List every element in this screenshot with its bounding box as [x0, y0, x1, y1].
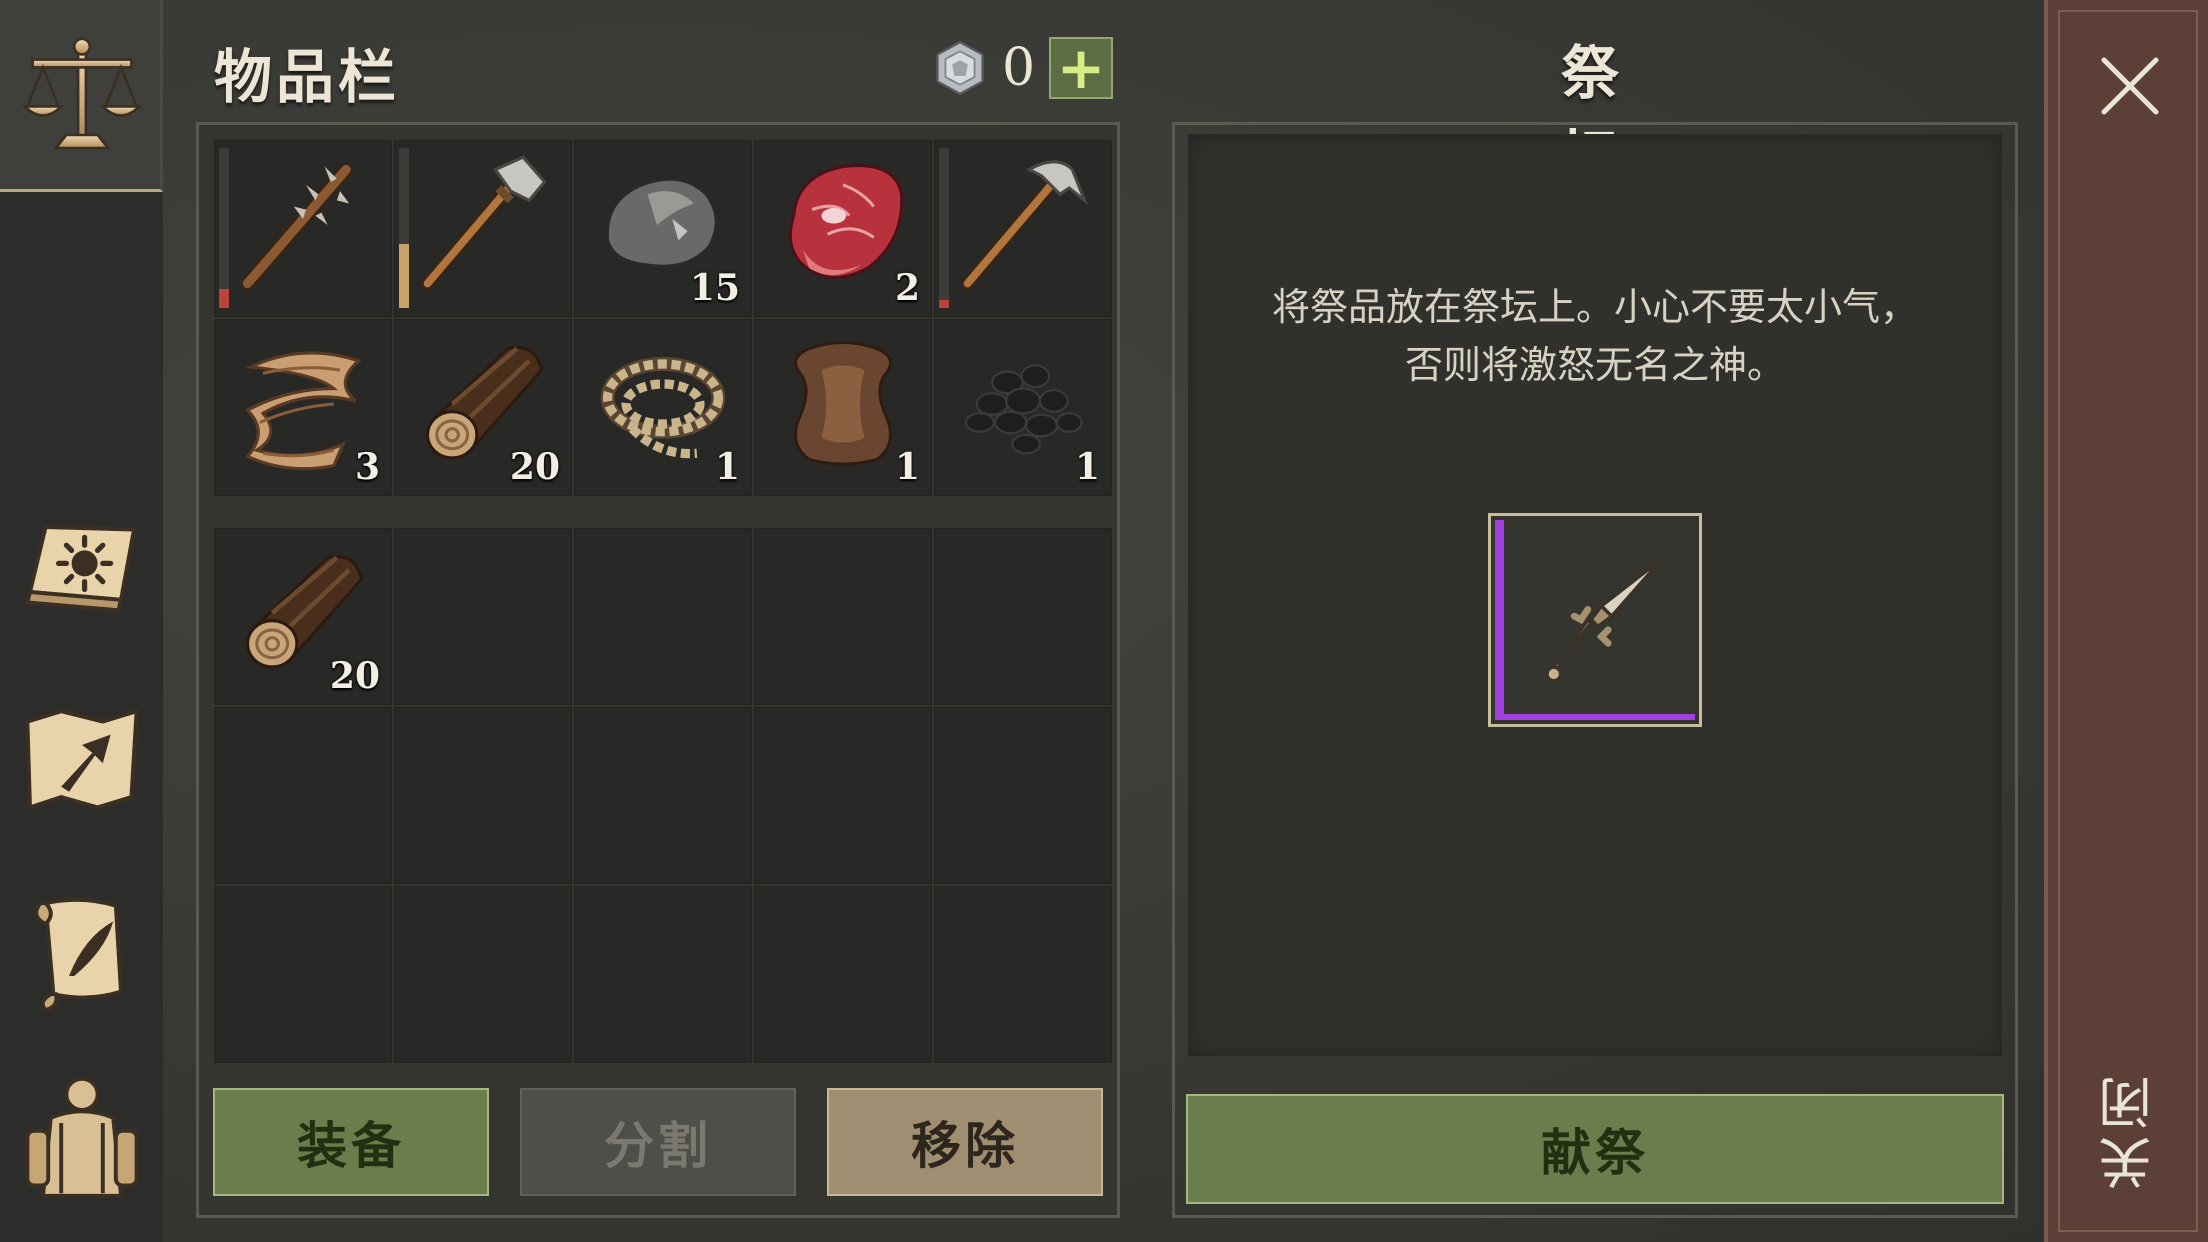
inventory-slot[interactable]: 20: [394, 319, 572, 496]
inventory-slot[interactable]: 2: [754, 140, 932, 317]
inventory-slot-empty[interactable]: [214, 886, 392, 1063]
altar-description-line: 否则将激怒无名之神。: [1404, 343, 1785, 387]
inventory-slot[interactable]: [394, 140, 572, 317]
currency-value: 0: [1002, 38, 1036, 98]
item-count: 20: [329, 655, 380, 697]
spiked-club-icon: [240, 162, 354, 291]
altar-description-line: 将祭品放在祭坛上。小心不要太小气，: [1271, 285, 1918, 329]
inventory-slot[interactable]: [214, 140, 392, 317]
inventory-slot-empty[interactable]: [214, 707, 392, 884]
rarity-indicator: [1495, 520, 1504, 720]
equip-button[interactable]: 装备: [213, 1088, 489, 1196]
close-label[interactable]: 关闭: [2090, 1060, 2170, 1200]
inventory-slot[interactable]: 20: [214, 528, 392, 705]
item-count: 15: [689, 267, 740, 309]
inventory-slot-empty[interactable]: [754, 707, 932, 884]
close-panel-border: [2058, 10, 2198, 1232]
offering-slot[interactable]: [1488, 513, 1702, 727]
inventory-slot[interactable]: 1: [934, 319, 1112, 496]
item-count: 1: [1074, 446, 1100, 488]
item-count: 2: [894, 267, 920, 309]
sacrifice-button[interactable]: 献祭: [1186, 1094, 2004, 1204]
pickaxe-icon: [961, 160, 1089, 290]
inventory-slot-empty[interactable]: [394, 528, 572, 705]
item-count: 3: [354, 446, 380, 488]
inventory-grid-storage: 20: [214, 528, 1112, 1063]
inventory-slot-empty[interactable]: [574, 528, 752, 705]
inventory-slot-empty[interactable]: [754, 528, 932, 705]
inventory-slot[interactable]: 3: [214, 319, 392, 496]
stone-hatchet-icon: [421, 155, 547, 290]
altar-description: 将祭品放在祭坛上。小心不要太小气， 否则将激怒无名之神。: [1210, 278, 1980, 394]
inventory-slot-empty[interactable]: [754, 886, 932, 1063]
inventory-grid-hotbar: 15 2 3 20 1 1 1: [214, 140, 1112, 496]
item-count: 1: [894, 446, 920, 488]
inventory-slot[interactable]: 1: [574, 319, 752, 496]
coin-icon: [936, 40, 984, 96]
currency-display: 0 +: [932, 36, 1114, 100]
item-count: 1: [714, 446, 740, 488]
scroll-quill-icon[interactable]: [14, 882, 150, 1018]
add-currency-button[interactable]: +: [1049, 37, 1114, 99]
inventory-slot-empty[interactable]: [394, 886, 572, 1063]
inventory-slot-empty[interactable]: [574, 707, 752, 884]
bone-dagger-icon: [1545, 557, 1664, 683]
scales-icon[interactable]: [14, 28, 150, 164]
remove-button[interactable]: 移除: [827, 1088, 1103, 1196]
inventory-slot[interactable]: [934, 140, 1112, 317]
inventory-slot[interactable]: 1: [754, 319, 932, 496]
inventory-slot-empty[interactable]: [934, 886, 1112, 1063]
inventory-slot-empty[interactable]: [394, 707, 572, 884]
inventory-title: 物品栏: [214, 43, 401, 111]
sun-book-icon[interactable]: [14, 498, 150, 634]
close-icon[interactable]: [2090, 46, 2170, 126]
inventory-slot-empty[interactable]: [934, 707, 1112, 884]
split-button[interactable]: 分割: [520, 1088, 796, 1196]
map-arrow-icon[interactable]: [14, 690, 150, 826]
inventory-slot-empty[interactable]: [574, 886, 752, 1063]
rarity-indicator-bottom: [1495, 714, 1695, 720]
item-count: 20: [509, 446, 560, 488]
inventory-slot-empty[interactable]: [934, 528, 1112, 705]
inventory-slot[interactable]: 15: [574, 140, 752, 317]
backpack-character-icon[interactable]: [14, 1068, 150, 1204]
